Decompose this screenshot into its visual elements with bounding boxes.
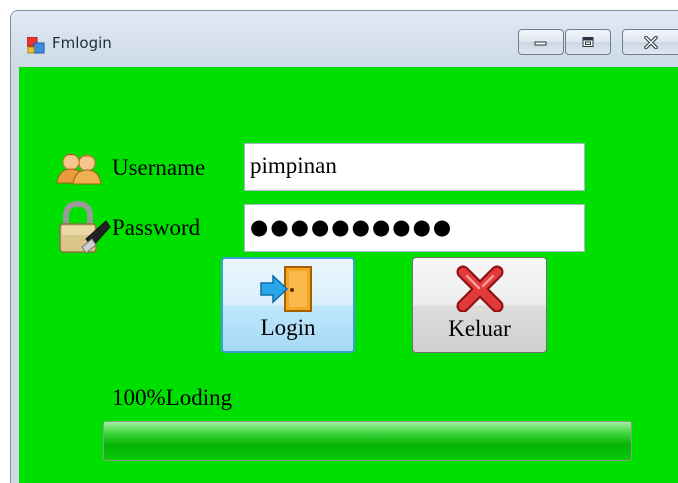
minimize-icon xyxy=(534,41,547,46)
exit-button[interactable]: Keluar xyxy=(412,257,547,353)
title-bar[interactable]: Fmlogin xyxy=(11,11,678,67)
app-icon xyxy=(27,37,45,54)
login-button[interactable]: Login xyxy=(221,257,355,353)
restore-button[interactable] xyxy=(565,29,611,55)
username-field[interactable]: pimpinan xyxy=(244,143,585,191)
login-button-label: Login xyxy=(260,315,316,340)
loading-progress-bar xyxy=(103,421,632,461)
form-body: Username pimpinan Password ●●●●●●●●●● Lo… xyxy=(19,67,678,483)
exit-button-label: Keluar xyxy=(448,316,511,341)
password-field[interactable]: ●●●●●●●●●● xyxy=(244,204,585,252)
cancel-icon xyxy=(456,265,503,312)
login-window: Fmlogin Username pimpinan Password ●●●●●… xyxy=(10,10,678,483)
users-icon xyxy=(56,153,102,185)
username-label: Username xyxy=(112,155,206,180)
password-label: Password xyxy=(112,215,201,240)
minimize-button[interactable] xyxy=(518,29,564,55)
progress-label: 100%Loding xyxy=(112,385,233,410)
restore-icon xyxy=(582,37,594,47)
lock-icon xyxy=(59,200,111,254)
door-enter-icon xyxy=(260,266,312,312)
close-button[interactable] xyxy=(622,29,678,55)
window-title: Fmlogin xyxy=(52,34,112,52)
close-icon xyxy=(644,35,658,49)
progress-fill xyxy=(104,422,631,460)
